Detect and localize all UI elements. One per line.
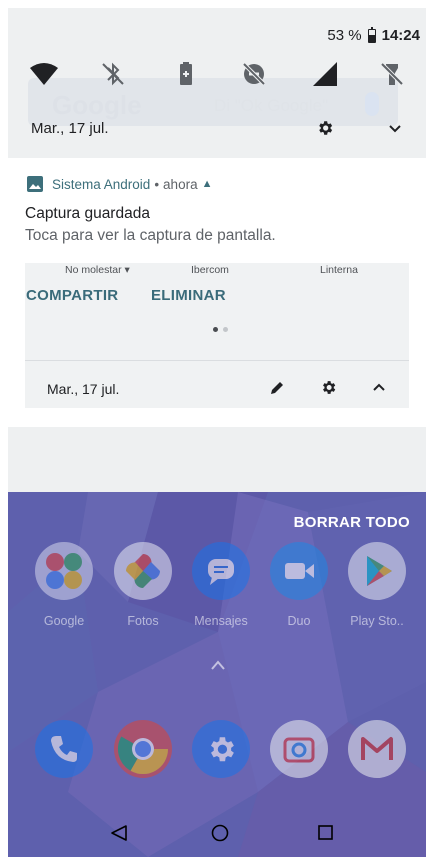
duo-app-icon <box>270 542 328 600</box>
back-button-icon[interactable] <box>111 825 127 841</box>
background-google-logo: Google <box>52 90 142 120</box>
do-not-disturb-icon[interactable] <box>240 60 268 88</box>
app-label-photos: Fotos <box>127 614 159 628</box>
app-label-play-store: Play Sto.. <box>350 614 404 628</box>
quick-settings-row <box>30 60 404 88</box>
notification-header: Sistema Android • ahora ▲ <box>27 176 212 192</box>
status-bar: 53 % 14:24 <box>327 26 420 44</box>
battery-percent: 53 % <box>327 27 362 44</box>
app-label-messages: Mensajes <box>194 614 248 628</box>
app-label-google: Google <box>43 614 85 628</box>
chrome-app-icon <box>114 720 172 778</box>
preview-gear-icon <box>320 379 337 396</box>
preview-label-carrier: Ibercom <box>191 264 229 276</box>
recents-button-icon[interactable] <box>318 825 333 840</box>
collapse-caret-icon[interactable]: ▲ <box>202 178 213 190</box>
battery-saver-icon[interactable] <box>172 60 200 88</box>
expand-chevron-down-icon[interactable] <box>387 121 403 137</box>
settings-gear-icon[interactable] <box>316 119 334 137</box>
app-label-duo: Duo <box>287 614 311 628</box>
background-search-hint: Di "Ok Google" <box>214 96 329 115</box>
camera-app-icon <box>270 720 328 778</box>
preview-label-flashlight: Linterna <box>320 264 358 276</box>
home-screen-scrim: BORRAR TODO Google Fotos Mensajes Duo Pl… <box>8 492 426 857</box>
navigation-bar <box>8 815 426 857</box>
google-folder-icon <box>35 542 93 600</box>
settings-app-icon <box>192 720 250 778</box>
app-drawer-chevron-up-icon <box>211 657 225 670</box>
screenshot-notification[interactable]: Sistema Android • ahora ▲ Captura guarda… <box>8 165 426 492</box>
preview-label-dnd: No molestar ▾ <box>65 264 130 276</box>
background-mic-icon <box>365 92 379 116</box>
preview-page-dots <box>213 327 228 332</box>
preview-chevron-up-icon <box>372 381 386 395</box>
header-separator: • <box>154 176 160 192</box>
image-icon <box>27 176 43 192</box>
flashlight-off-icon[interactable] <box>378 60 406 88</box>
phone-app-icon <box>35 720 93 778</box>
notification-time: ahora <box>163 176 198 192</box>
bluetooth-off-icon[interactable] <box>99 60 127 88</box>
preview-date: Mar., 17 jul. <box>47 381 120 397</box>
cellular-signal-icon[interactable] <box>311 60 339 88</box>
play-store-app-icon <box>348 542 406 600</box>
clear-all-button[interactable]: BORRAR TODO <box>294 514 410 531</box>
battery-icon <box>367 26 376 43</box>
notification-actions-bar <box>8 427 426 492</box>
share-button[interactable]: COMPARTIR <box>26 287 118 304</box>
shade-date: Mar., 17 jul. <box>31 120 109 137</box>
wifi-icon[interactable] <box>30 60 58 88</box>
notification-app-name: Sistema Android <box>52 176 151 192</box>
notification-title: Captura guardada <box>25 205 150 222</box>
preview-divider <box>25 360 409 361</box>
notification-text: Toca para ver la captura de pantalla. <box>25 227 276 244</box>
messages-app-icon <box>192 542 250 600</box>
home-button-icon[interactable] <box>211 824 229 842</box>
gmail-app-icon <box>348 720 406 778</box>
pencil-icon <box>269 380 285 396</box>
photos-app-icon <box>114 542 172 600</box>
screenshot-preview[interactable]: No molestar ▾ Ibercom Linterna Mar., 17 … <box>25 263 409 408</box>
clock: 14:24 <box>381 27 420 44</box>
delete-button[interactable]: ELIMINAR <box>151 287 226 304</box>
